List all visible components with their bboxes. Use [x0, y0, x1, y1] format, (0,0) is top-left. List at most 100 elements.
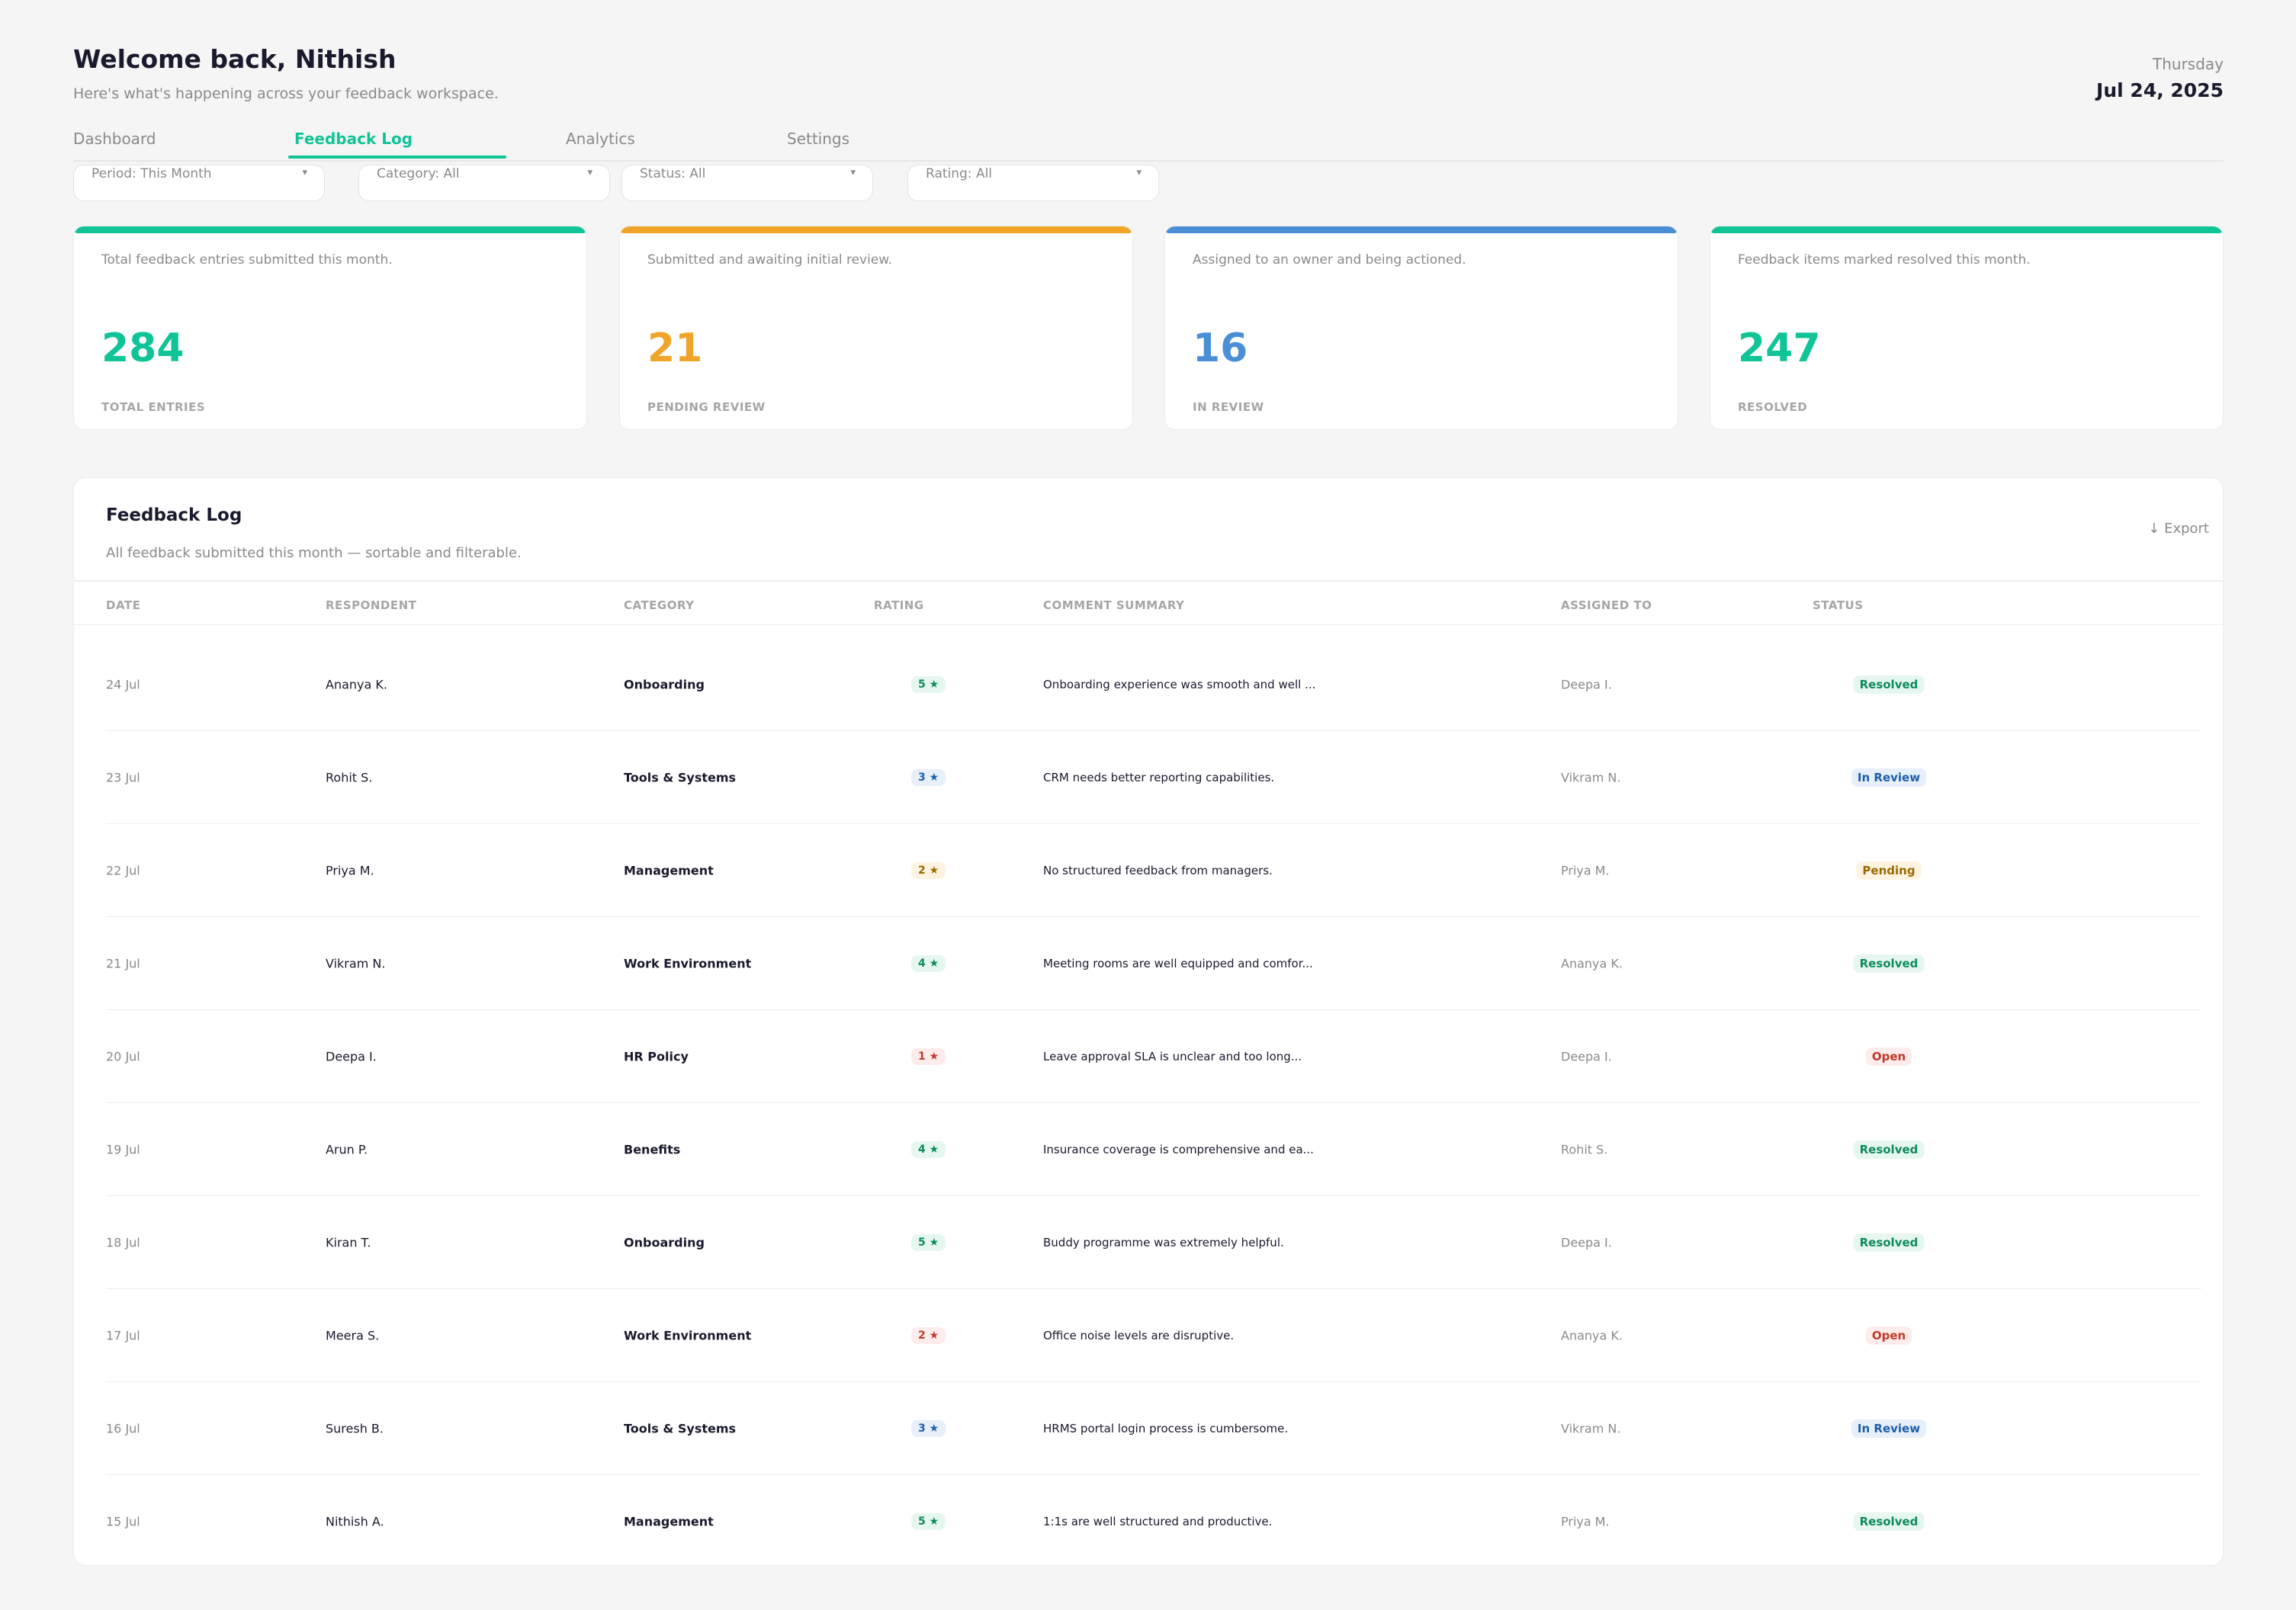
table-header-divider	[74, 624, 2223, 625]
column-header-category[interactable]: CATEGORY	[624, 598, 695, 612]
chevron-down-icon: ▾	[1136, 167, 1142, 178]
stat-description: Submitted and awaiting initial review.	[647, 252, 893, 268]
row-comment-summary: CRM needs better reporting capabilities.	[1043, 771, 1275, 784]
rating-filter[interactable]: Rating: All ▾	[907, 165, 1159, 201]
table-row[interactable]: 15 Jul Nithish A. Management 5 ★ 1:1s are we…	[74, 1475, 2223, 1565]
status-filter[interactable]: Status: All ▾	[621, 165, 873, 201]
row-comment-summary: 1:1s are well structured and productive.	[1043, 1515, 1273, 1528]
tab-analytics[interactable]: Analytics	[566, 130, 635, 148]
row-assigned-to: Deepa I.	[1561, 1049, 1612, 1064]
stat-card-in-review: Assigned to an owner and being actioned.…	[1164, 226, 1678, 430]
row-respondent: Kiran T.	[326, 1235, 371, 1250]
table-row[interactable]: 17 Jul Meera S. Work Environment 2 ★ Office …	[74, 1289, 2223, 1382]
row-respondent: Nithish A.	[326, 1514, 384, 1529]
table-row[interactable]: 21 Jul Vikram N. Work Environment 4 ★ Meetin…	[74, 917, 2223, 1010]
row-assigned-to: Priya M.	[1561, 1514, 1610, 1529]
row-respondent: Vikram N.	[326, 956, 386, 971]
status-filter-label: Status: All	[640, 166, 706, 181]
table-row[interactable]: 23 Jul Rohit S. Tools & Systems 3 ★ CRM need…	[74, 731, 2223, 824]
chevron-down-icon: ▾	[587, 167, 592, 178]
row-comment-summary: Leave approval SLA is unclear and too lo…	[1043, 1050, 1302, 1063]
tab-feedback-log[interactable]: Feedback Log	[294, 130, 413, 148]
row-category: Onboarding	[624, 1235, 705, 1250]
status-badge: Resolved	[1853, 1233, 1925, 1252]
row-date: 16 Jul	[106, 1421, 140, 1436]
rating-filter-label: Rating: All	[926, 166, 993, 181]
stat-card-bar	[620, 226, 1132, 233]
stat-card-resolved: Feedback items marked resolved this mont…	[1710, 226, 2224, 430]
current-day: Thursday	[2153, 55, 2224, 73]
rating-badge: 4 ★	[911, 1141, 946, 1158]
status-badge: Open	[1865, 1047, 1912, 1066]
tab-dashboard[interactable]: Dashboard	[73, 130, 156, 148]
row-respondent: Ananya K.	[326, 677, 387, 692]
row-respondent: Rohit S.	[326, 770, 373, 785]
row-assigned-to: Rohit S.	[1561, 1142, 1608, 1157]
table-row[interactable]: 19 Jul Arun P. Benefits 4 ★ Insurance covera…	[74, 1103, 2223, 1196]
stat-card-bar	[1165, 226, 1678, 233]
row-date: 15 Jul	[106, 1514, 140, 1529]
rating-badge: 3 ★	[911, 769, 946, 786]
chevron-down-icon: ▾	[302, 167, 307, 178]
table-row[interactable]: 16 Jul Suresh B. Tools & Systems 3 ★ HRMS po…	[74, 1382, 2223, 1475]
row-date: 18 Jul	[106, 1235, 140, 1250]
row-comment-summary: No structured feedback from managers.	[1043, 864, 1273, 877]
row-category: Management	[624, 1514, 714, 1529]
table-row[interactable]: 22 Jul Priya M. Management 2 ★ No structured…	[74, 824, 2223, 917]
stat-caption: PENDING REVIEW	[647, 400, 766, 414]
column-header-rating[interactable]: RATING	[874, 598, 924, 612]
table-row[interactable]: 20 Jul Deepa I. HR Policy 1 ★ Leave approval…	[74, 1010, 2223, 1103]
page-subtitle: Here's what's happening across your feed…	[73, 85, 499, 102]
row-category: HR Policy	[624, 1049, 689, 1064]
row-respondent: Arun P.	[326, 1142, 368, 1157]
rating-badge: 4 ★	[911, 955, 946, 972]
category-filter-label: Category: All	[377, 166, 460, 181]
column-header-date[interactable]: DATE	[106, 598, 140, 612]
row-respondent: Priya M.	[326, 863, 374, 878]
category-filter[interactable]: Category: All ▾	[358, 165, 610, 201]
row-comment-summary: Insurance coverage is comprehensive and …	[1043, 1143, 1314, 1156]
stat-card-total: Total feedback entries submitted this mo…	[73, 226, 587, 430]
column-header-status[interactable]: STATUS	[1813, 598, 1864, 612]
stat-description: Total feedback entries submitted this mo…	[101, 252, 393, 268]
row-respondent: Deepa I.	[326, 1049, 377, 1064]
rating-badge: 1 ★	[911, 1048, 946, 1065]
stat-description: Feedback items marked resolved this mont…	[1738, 252, 2031, 268]
stat-caption: TOTAL ENTRIES	[101, 400, 206, 414]
table-row[interactable]: 24 Jul Ananya K. Onboarding 5 ★ Onboarding e…	[74, 638, 2223, 731]
row-date: 21 Jul	[106, 956, 140, 971]
row-category: Onboarding	[624, 677, 705, 692]
stat-card-bar	[1710, 226, 2223, 233]
row-date: 17 Jul	[106, 1328, 140, 1343]
row-assigned-to: Ananya K.	[1561, 1328, 1623, 1343]
status-badge: Pending	[1856, 861, 1922, 880]
row-assigned-to: Vikram N.	[1561, 770, 1621, 785]
row-assigned-to: Deepa I.	[1561, 677, 1612, 692]
column-header-comment[interactable]: COMMENT SUMMARY	[1043, 598, 1184, 612]
status-badge: In Review	[1851, 1419, 1927, 1438]
row-category: Tools & Systems	[624, 770, 737, 785]
tab-settings[interactable]: Settings	[787, 130, 849, 148]
feedback-log-subtitle: All feedback submitted this month — sort…	[106, 545, 522, 561]
table-row[interactable]: 18 Jul Kiran T. Onboarding 5 ★ Buddy program…	[74, 1196, 2223, 1289]
row-category: Management	[624, 863, 714, 878]
row-assigned-to: Ananya K.	[1561, 956, 1623, 971]
row-comment-summary: Office noise levels are disruptive.	[1043, 1329, 1235, 1342]
export-button[interactable]: ↓ Export	[2148, 521, 2209, 537]
feedback-log-title: Feedback Log	[106, 505, 242, 525]
rating-badge: 3 ★	[911, 1420, 946, 1437]
row-date: 22 Jul	[106, 863, 140, 878]
rating-badge: 5 ★	[911, 1513, 946, 1530]
feedback-log-panel: Feedback Log All feedback submitted this…	[73, 477, 2224, 1566]
stat-value: 247	[1738, 326, 1821, 371]
row-assigned-to: Priya M.	[1561, 863, 1610, 878]
row-respondent: Suresh B.	[326, 1421, 384, 1436]
stat-value: 284	[101, 326, 185, 371]
rating-badge: 2 ★	[911, 1327, 946, 1344]
rating-badge: 5 ★	[911, 1234, 946, 1251]
stat-caption: RESOLVED	[1738, 400, 1808, 414]
column-header-respondent[interactable]: RESPONDENT	[326, 598, 416, 612]
column-header-assigned[interactable]: ASSIGNED TO	[1561, 598, 1652, 612]
row-assigned-to: Deepa I.	[1561, 1235, 1612, 1250]
period-filter[interactable]: Period: This Month ▾	[73, 165, 325, 201]
